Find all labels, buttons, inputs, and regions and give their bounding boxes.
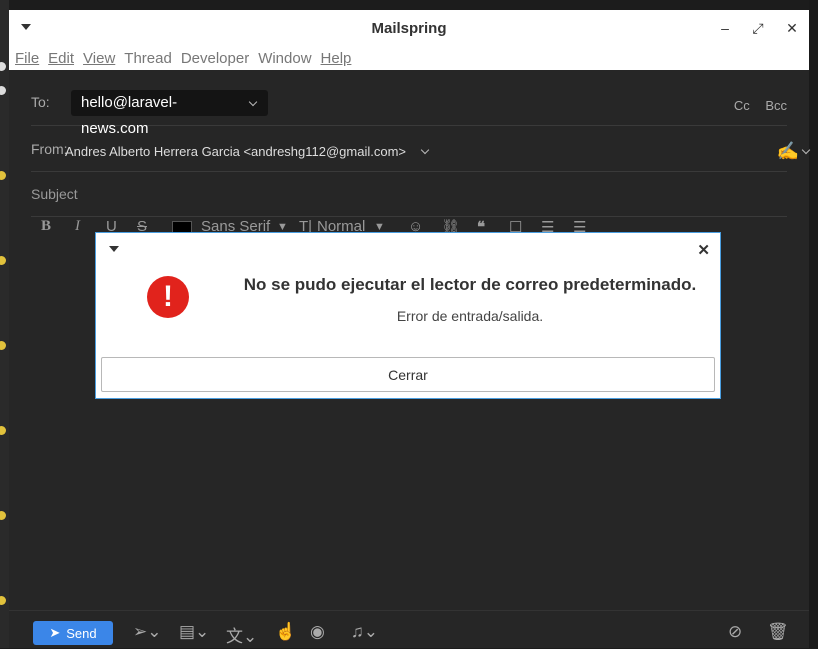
subject-input[interactable]: Subject — [31, 186, 78, 202]
from-label: From: — [31, 141, 68, 157]
window-menu-icon[interactable] — [21, 24, 31, 30]
from-select[interactable]: Andres Alberto Herrera Garcia <andreshg1… — [65, 144, 429, 159]
dialog-message: Error de entrada/salida. — [396, 308, 544, 324]
cc-bcc-links: Cc Bcc — [722, 98, 787, 113]
translate-icon[interactable]: 文⌄ — [226, 622, 257, 647]
chevron-down-icon[interactable] — [248, 97, 258, 107]
titlebar: Mailspring – ⤢ ✕ — [9, 10, 809, 46]
desktop-right-edge — [809, 0, 818, 648]
signature-icon[interactable]: ✍ — [777, 141, 811, 162]
desktop-marker — [0, 62, 6, 71]
italic-button[interactable]: I — [75, 218, 80, 235]
desktop-marker — [0, 171, 6, 180]
recipient-chip[interactable]: hello@laravel-news.com — [71, 90, 268, 137]
window-title: Mailspring — [371, 19, 447, 37]
subject-row[interactable]: Subject — [31, 171, 787, 217]
attachment-icon[interactable]: ⊘ — [728, 622, 742, 642]
send-button[interactable]: ➤ Send — [33, 621, 113, 645]
menu-help[interactable]: Help — [321, 50, 352, 67]
menu-developer[interactable]: Developer — [181, 50, 249, 67]
menu-thread[interactable]: Thread — [124, 50, 172, 67]
desktop-marker — [0, 596, 6, 605]
desktop-marker — [0, 86, 6, 95]
send-label: Send — [66, 625, 97, 641]
to-label: To: — [31, 94, 50, 110]
maximize-button[interactable]: ⤢ — [749, 19, 767, 37]
minimize-button[interactable]: – — [716, 19, 734, 37]
dialog-menu-icon[interactable] — [109, 246, 119, 252]
from-value: Andres Alberto Herrera Garcia <andreshg1… — [65, 144, 407, 159]
chevron-down-icon — [420, 145, 429, 155]
reminder-icon[interactable]: ♫⌄ — [351, 622, 378, 642]
cc-link[interactable]: Cc — [734, 98, 750, 113]
menu-window[interactable]: Window — [258, 50, 311, 67]
close-button[interactable]: ✕ — [783, 19, 801, 37]
menu-file[interactable]: File — [15, 50, 39, 67]
to-row: To: hello@laravel-news.com Cc Bcc — [31, 70, 787, 137]
chevron-down-icon — [801, 145, 811, 155]
menu-view[interactable]: View — [83, 50, 115, 67]
dialog-close-icon[interactable]: ✕ — [697, 241, 710, 259]
bold-button[interactable]: B — [41, 218, 51, 235]
menubar: File Edit View Thread Developer Window H… — [9, 46, 809, 70]
desktop-marker — [0, 341, 6, 350]
composer-actions: ➤ Send ➢⌄ ▤⌄ 文⌄ ☝ ◉ ♫⌄ ⊘ 🗑 — [9, 610, 809, 649]
trash-icon[interactable]: 🗑 — [767, 622, 789, 642]
send-later-icon[interactable]: ➢⌄ — [133, 622, 162, 642]
desktop-marker — [0, 256, 6, 265]
desktop-marker — [0, 511, 6, 520]
error-dialog: ✕ ! No se pudo ejecutar el lector de cor… — [95, 232, 721, 399]
dialog-title: No se pudo ejecutar el lector de correo … — [243, 275, 697, 294]
desktop-marker — [0, 426, 6, 435]
read-receipt-icon[interactable]: ◉ — [310, 622, 325, 642]
close-dialog-button[interactable]: Cerrar — [101, 357, 715, 392]
desktop-left-edge — [0, 0, 9, 648]
link-tracking-icon[interactable]: ☝ — [275, 622, 296, 642]
menu-edit[interactable]: Edit — [48, 50, 74, 67]
bcc-link[interactable]: Bcc — [765, 98, 787, 113]
templates-icon[interactable]: ▤⌄ — [179, 622, 209, 642]
send-icon: ➤ — [49, 625, 61, 640]
